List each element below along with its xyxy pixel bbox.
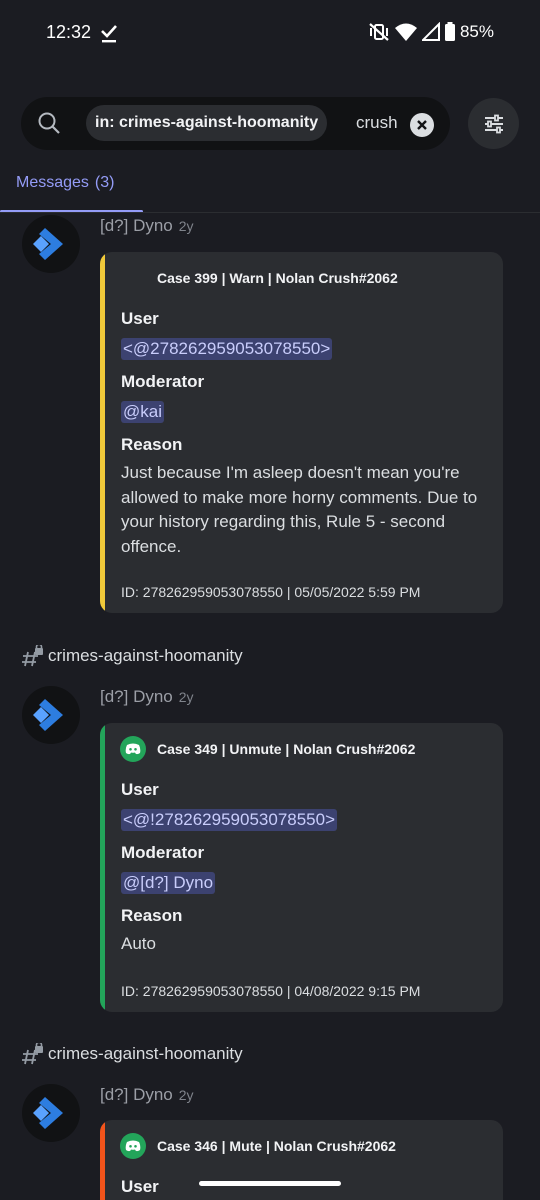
- embed-author-icon-placeholder: [120, 265, 146, 291]
- embed-field-user: User <@278262959053078550>: [121, 309, 333, 360]
- clear-search-button[interactable]: [410, 113, 434, 137]
- channel-label[interactable]: crimes-against-hoomanity: [22, 644, 243, 668]
- embed-header: Case 346 | Mute | Nolan Crush#2062: [120, 1133, 396, 1159]
- field-name: User: [121, 309, 159, 328]
- embed-header: Case 399 | Warn | Nolan Crush#2062: [120, 266, 398, 290]
- field-name: Reason: [121, 906, 183, 925]
- embed-field-reason: Reason Just because I'm asleep doesn't m…: [121, 435, 489, 559]
- embed-color-bar: [100, 723, 105, 1012]
- embed[interactable]: Case 346 | Mute | Nolan Crush#2062 User: [100, 1120, 503, 1200]
- battery-percent: 85%: [459, 22, 494, 41]
- results-list[interactable]: [d?] Dyno 2y Case 399 | Warn | Nolan Crus…: [0, 213, 540, 1200]
- battery-icon: [444, 22, 455, 41]
- locked-channel-icon: [22, 645, 43, 667]
- status-time: 12:32: [46, 22, 92, 42]
- embed-title: Case 346 | Mute | Nolan Crush#2062: [157, 1138, 396, 1154]
- avatar[interactable]: [22, 215, 80, 273]
- author-name[interactable]: [d?] Dyno: [100, 687, 173, 706]
- signal-icon: [421, 22, 440, 41]
- sliders-icon: [484, 114, 503, 133]
- embed-color-bar: [100, 252, 105, 613]
- embed-header: Case 349 | Unmute | Nolan Crush#2062: [120, 736, 416, 762]
- checkmark-icon: [101, 25, 117, 43]
- discord-logo-icon: [120, 736, 146, 762]
- message-age: 2y: [178, 689, 194, 705]
- dyno-logo-icon: [33, 699, 63, 731]
- field-name: User: [121, 780, 159, 799]
- moderator-mention[interactable]: @kai: [121, 401, 164, 423]
- dyno-logo-icon: [33, 228, 63, 260]
- message-header: [d?] Dyno 2y: [100, 687, 194, 707]
- field-name: Reason: [121, 435, 183, 454]
- field-name: Moderator: [121, 843, 205, 862]
- field-name: User: [121, 1177, 159, 1196]
- embed-field-reason: Reason Auto: [121, 906, 489, 957]
- wifi-icon: [394, 23, 417, 41]
- author-name[interactable]: [d?] Dyno: [100, 216, 173, 235]
- embed-title: Case 349 | Unmute | Nolan Crush#2062: [157, 741, 416, 757]
- search-bar[interactable]: in: crimes-against-hoomanity crush: [21, 97, 450, 150]
- user-mention[interactable]: <@!278262959053078550>: [121, 809, 338, 831]
- vibrate-off-icon: [369, 23, 389, 41]
- embed-field-moderator: Moderator @[d?] Dyno: [121, 843, 216, 894]
- channel-label[interactable]: crimes-against-hoomanity: [22, 1042, 243, 1066]
- embed-color-bar: [100, 1120, 105, 1200]
- channel-filter-chip[interactable]: in: crimes-against-hoomanity: [86, 105, 328, 141]
- user-mention[interactable]: <@278262959053078550>: [121, 338, 333, 360]
- discord-logo-icon: [120, 1133, 146, 1159]
- channel-name: crimes-against-hoomanity: [48, 646, 243, 665]
- message-header: [d?] Dyno 2y: [100, 216, 194, 236]
- search-input[interactable]: crush: [356, 113, 398, 133]
- embed-footer: ID: 278262959053078550 | 04/08/2022 9:15…: [121, 983, 421, 999]
- embed-field-user: User: [121, 1177, 159, 1197]
- message-age: 2y: [178, 218, 194, 234]
- message-header: [d?] Dyno 2y: [100, 1085, 194, 1105]
- search-icon: [38, 112, 60, 134]
- tab-count: (3): [94, 174, 115, 191]
- search-results-screen: 12:32 85% in: crimes-against-hoomanity c…: [0, 0, 540, 1200]
- avatar[interactable]: [22, 1084, 80, 1142]
- locked-channel-icon: [22, 1043, 43, 1065]
- field-name: Moderator: [121, 372, 205, 391]
- tab-messages[interactable]: Messages (3): [16, 174, 114, 192]
- reason-text: Auto: [121, 934, 156, 953]
- close-icon: [417, 120, 427, 130]
- channel-name: crimes-against-hoomanity: [48, 1044, 243, 1063]
- embed-field-moderator: Moderator @kai: [121, 372, 204, 423]
- embed[interactable]: Case 399 | Warn | Nolan Crush#2062 User …: [100, 252, 503, 613]
- embed[interactable]: Case 349 | Unmute | Nolan Crush#2062 Use…: [100, 723, 503, 1012]
- embed-field-user: User <@!278262959053078550>: [121, 780, 338, 831]
- avatar[interactable]: [22, 686, 80, 744]
- home-indicator[interactable]: [199, 1181, 341, 1186]
- embed-footer: ID: 278262959053078550 | 05/05/2022 5:59…: [121, 584, 421, 600]
- message-age: 2y: [178, 1087, 194, 1103]
- tab-label: Messages: [16, 174, 89, 191]
- embed-title: Case 399 | Warn | Nolan Crush#2062: [157, 270, 398, 286]
- moderator-mention[interactable]: @[d?] Dyno: [121, 872, 216, 894]
- search-filters-button[interactable]: [468, 98, 519, 149]
- reason-text: Just because I'm asleep doesn't mean you…: [121, 463, 478, 556]
- status-icons: 85%: [368, 22, 494, 42]
- status-bar: 12:32 85%: [0, 0, 540, 66]
- author-name[interactable]: [d?] Dyno: [100, 1085, 173, 1104]
- dyno-logo-icon: [33, 1097, 63, 1129]
- filter-chip-label: in: crimes-against-hoomanity: [95, 114, 319, 131]
